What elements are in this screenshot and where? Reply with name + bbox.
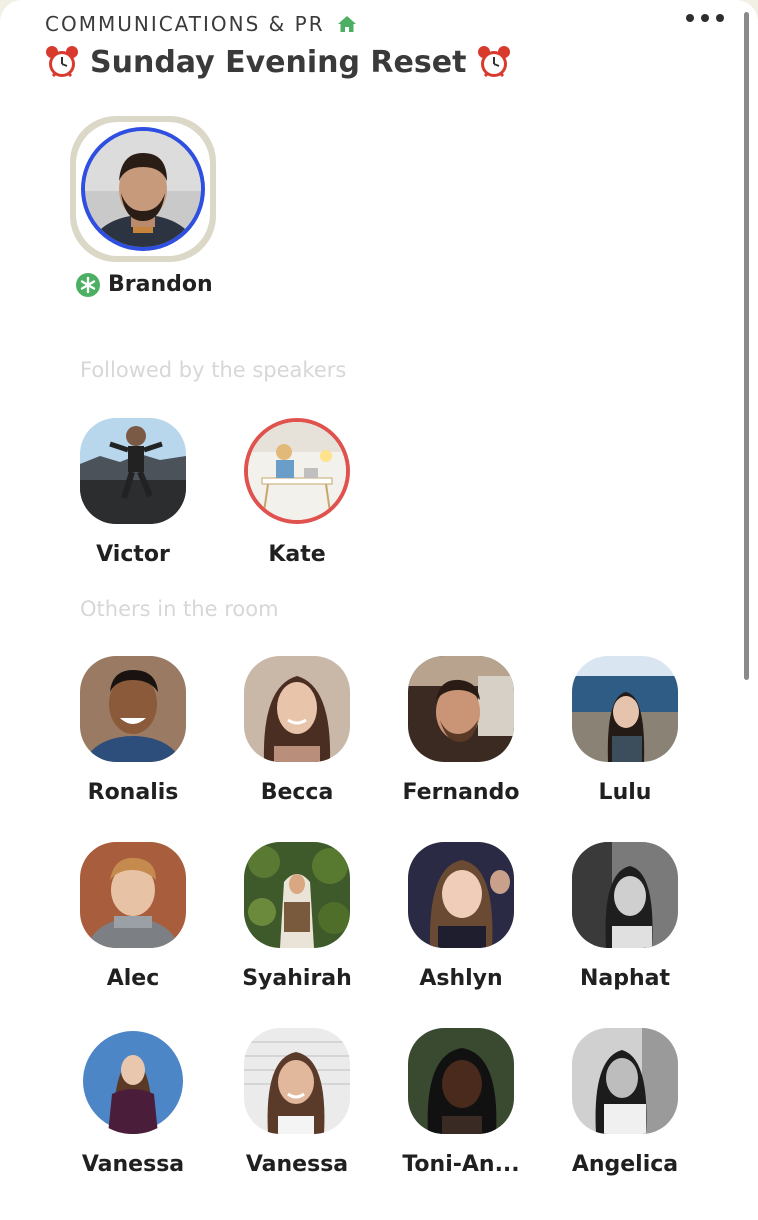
scrollbar[interactable] [744,12,749,680]
avatar [572,1028,678,1134]
avatar [408,842,514,948]
alarm-clock-icon [476,44,512,80]
member-name: Vanessa [81,1152,185,1177]
speaking-ring [81,127,205,251]
section-heading-others: Others in the room [80,597,279,621]
avatar [80,656,186,762]
member-name: Ashlyn [419,966,503,991]
audience-member[interactable]: Kate [222,418,372,567]
speaker-name: Brandon [108,272,213,297]
member-name: Alec [106,966,160,991]
audience-member[interactable]: Naphat [550,842,700,991]
audience-member[interactable]: Lulu [550,656,700,805]
room-card: COMMUNICATIONS & PR Sunday Evening Reset [0,0,758,1220]
member-name: Kate [268,542,326,567]
audience-member[interactable]: Ronalis [58,656,208,805]
member-name: Victor [96,542,170,567]
avatar [244,656,350,762]
house-icon [337,15,357,33]
more-dots-icon[interactable] [686,14,724,22]
member-name: Lulu [598,780,652,805]
speaker-name-row[interactable]: Brandon [76,272,213,297]
avatar [408,656,514,762]
audience-member[interactable]: Vanessa [222,1028,372,1177]
audience-member[interactable]: Ashlyn [386,842,536,991]
avatar [244,842,350,948]
member-name: Syahirah [242,966,352,991]
avatar [244,1028,350,1134]
member-name: Vanessa [245,1152,349,1177]
audience-member[interactable]: Alec [58,842,208,991]
avatar [244,418,350,524]
member-name: Ronalis [87,780,179,805]
avatar [572,656,678,762]
avatar [80,418,186,524]
member-name: Becca [260,780,334,805]
room-title: Sunday Evening Reset [90,44,467,80]
audience-member[interactable]: Vanessa [58,1028,208,1177]
avatar [80,842,186,948]
moderator-star-icon [76,272,100,297]
audience-member[interactable]: Angelica [550,1028,700,1177]
audience-member[interactable]: Becca [222,656,372,805]
avatar [408,1028,514,1134]
club-header[interactable]: COMMUNICATIONS & PR [45,12,357,36]
member-name: Toni-An... [402,1152,520,1177]
audience-member[interactable]: Toni-An... [386,1028,536,1177]
audience-member[interactable]: Syahirah [222,842,372,991]
alarm-clock-icon [44,44,80,80]
audience-member[interactable]: Victor [58,418,208,567]
audience-member[interactable]: Fernando [386,656,536,805]
avatar [85,131,201,247]
avatar [80,1028,186,1134]
club-name[interactable]: COMMUNICATIONS & PR [45,12,325,36]
avatar [572,842,678,948]
member-name: Naphat [579,966,671,991]
room-title-row: Sunday Evening Reset [44,44,512,80]
section-heading-followed: Followed by the speakers [80,358,347,382]
speaker-avatar[interactable] [70,116,222,262]
member-name: Fernando [402,780,520,805]
member-name: Angelica [571,1152,679,1177]
